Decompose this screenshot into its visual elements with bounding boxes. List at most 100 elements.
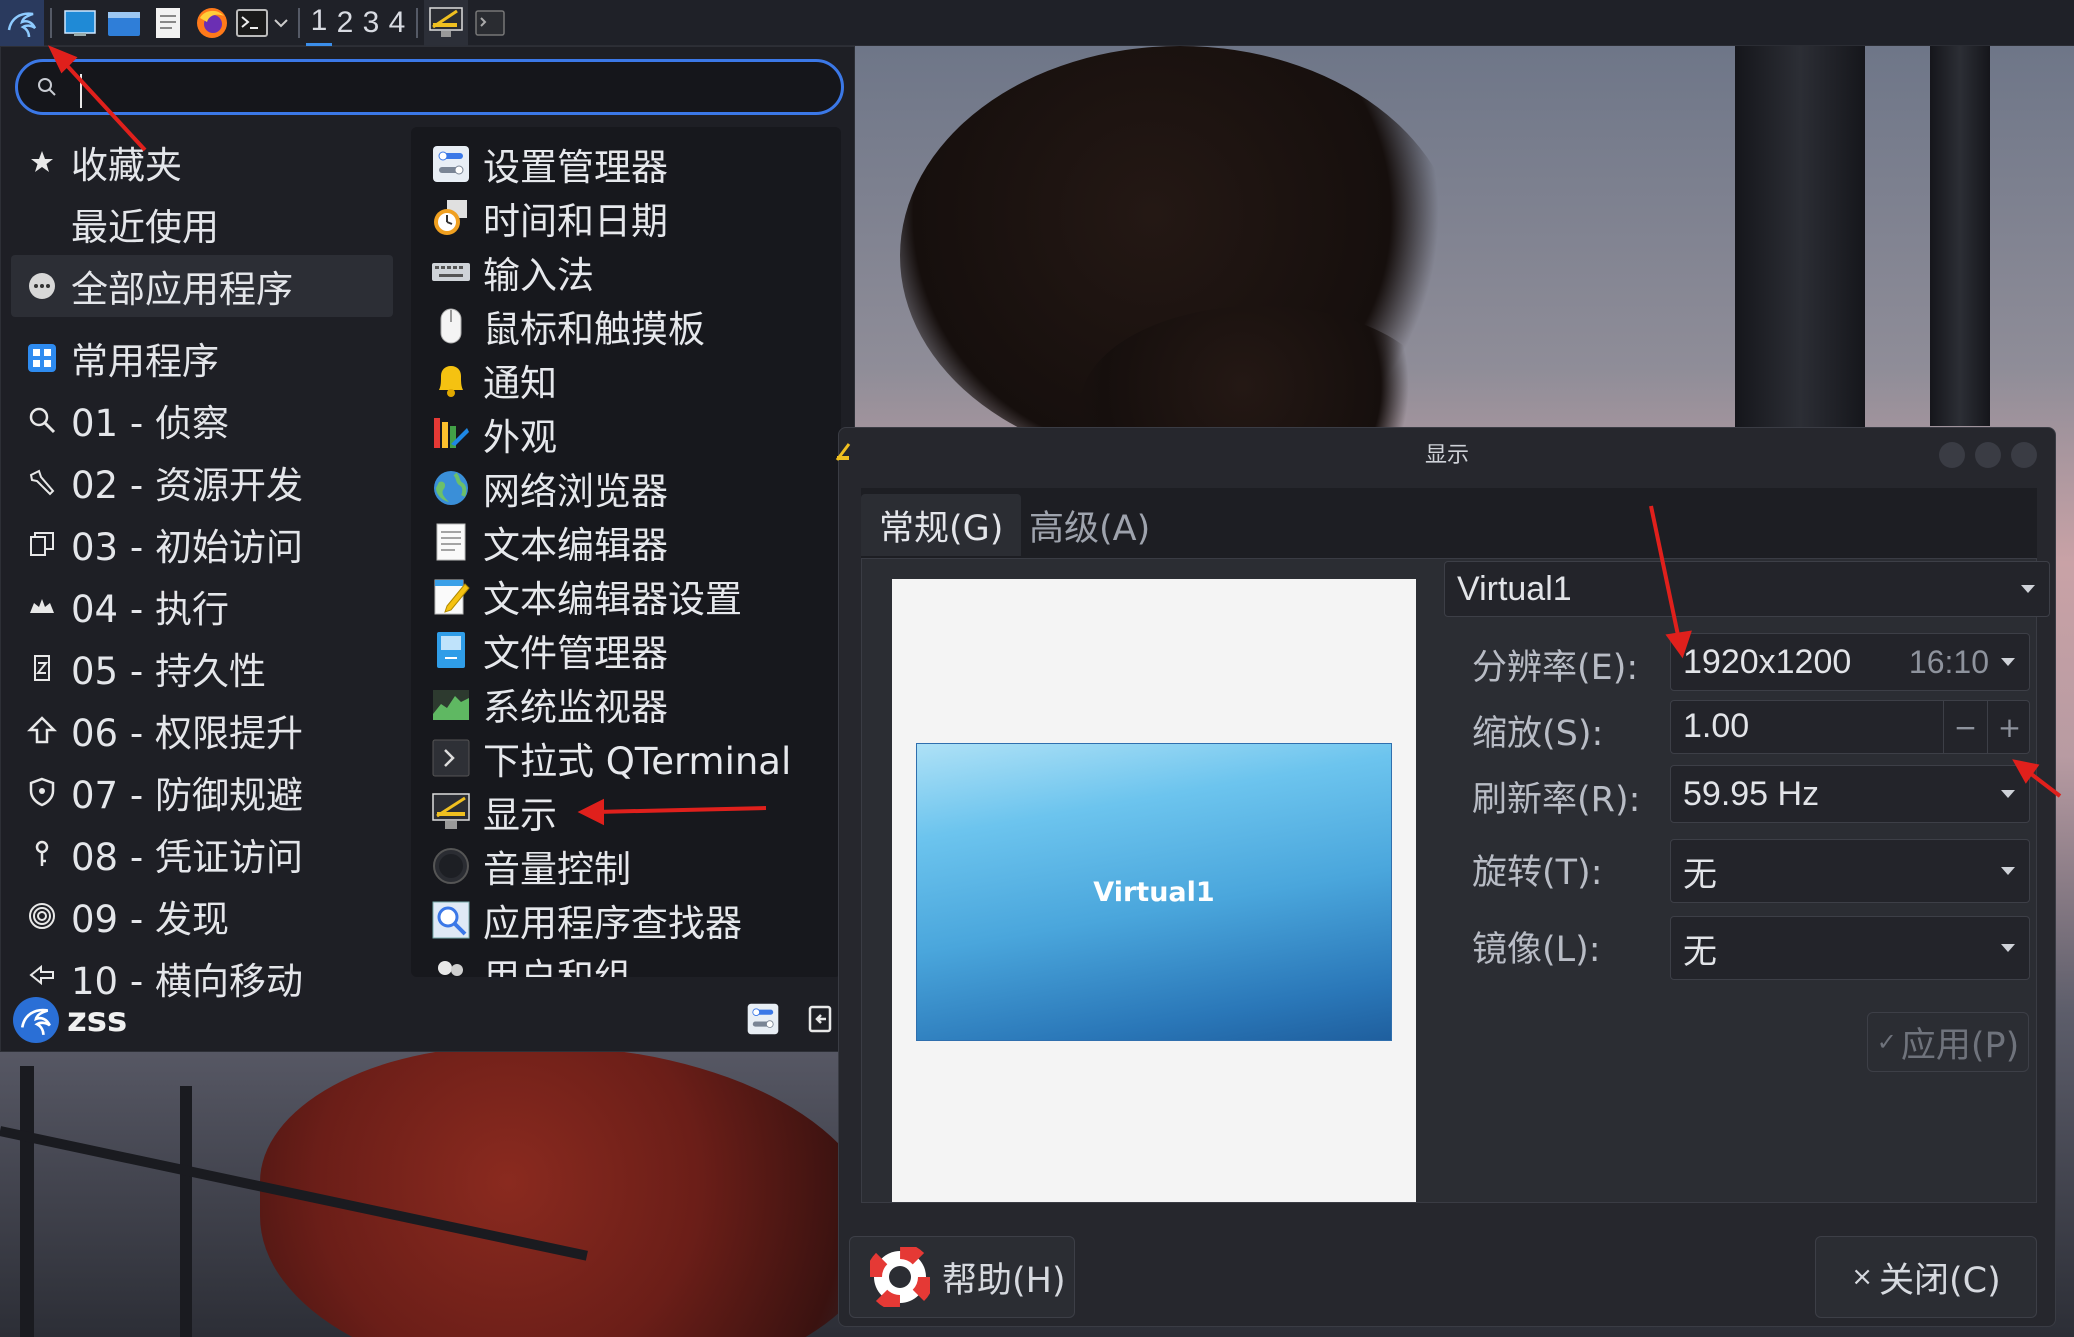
category-all-apps[interactable]: 全部应用程序 (11, 255, 393, 317)
app-label: 文本编辑器设置 (483, 578, 742, 621)
category-common[interactable]: 常用程序 (11, 327, 393, 389)
apply-button[interactable]: ✓ 应用(P) (1867, 1012, 2029, 1072)
category-label: 06 - 权限提升 (71, 712, 303, 755)
terminal-icon (429, 736, 473, 780)
window-close-button[interactable] (2011, 442, 2037, 468)
taskbar-separator (298, 7, 300, 38)
display-dialog: 显示 常规(G) 高级(A) Virtual1 Virtual1 分辨率(E):… (835, 427, 2056, 1327)
wallpaper-pole-right (1930, 46, 1990, 426)
category-defense-evasion[interactable]: 07 - 防御规避 (11, 761, 393, 823)
refresh-rate-select[interactable]: 59.95 Hz (1670, 765, 2030, 823)
app-file-manager[interactable]: 文件管理器 (411, 623, 841, 677)
app-text-editor[interactable]: 文本编辑器 (411, 515, 841, 569)
dialog-titlebar[interactable]: 显示 (835, 428, 2055, 478)
app-input-method[interactable]: 输入法 (411, 245, 841, 299)
app-volume-control[interactable]: 音量控制 (411, 839, 841, 893)
app-label: 通知 (483, 362, 557, 405)
app-label: 文本编辑器 (483, 524, 668, 567)
system-monitor-icon (429, 682, 473, 726)
output-select[interactable]: Virtual1 (1444, 561, 2050, 617)
minimize-button[interactable] (1939, 442, 1965, 468)
category-label: 常用程序 (71, 340, 219, 383)
kali-dragon-icon (7, 11, 37, 37)
monitor-label: Virtual1 (1093, 876, 1215, 908)
tab-general[interactable]: 常规(G) (861, 494, 1022, 556)
app-text-editor-settings[interactable]: 文本编辑器设置 (411, 569, 841, 623)
app-notifications[interactable]: 通知 (411, 353, 841, 407)
firefox-launcher[interactable] (190, 0, 234, 46)
search-box[interactable] (15, 59, 844, 115)
app-system-monitor[interactable]: 系统监视器 (411, 677, 841, 731)
close-icon: × (1851, 1262, 1874, 1292)
rotation-select[interactable]: 无 (1670, 839, 2030, 903)
app-label: 文件管理器 (483, 632, 668, 675)
display-icon (429, 790, 473, 834)
category-credential-access[interactable]: 08 - 凭证访问 (11, 823, 393, 885)
text-editor-launcher[interactable] (146, 0, 190, 46)
search-input[interactable] (68, 68, 808, 106)
close-button[interactable]: × 关闭(C) (1815, 1236, 2037, 1318)
workspace-4[interactable]: 4 (384, 0, 410, 46)
monitor-virtual1[interactable]: Virtual1 (916, 743, 1392, 1041)
scale-decrement-button[interactable]: − (1943, 701, 1987, 753)
app-label: 用户和组 (483, 947, 631, 977)
aspect-ratio: 16:10 (1908, 643, 1989, 680)
tab-advanced[interactable]: 高级(A) (1011, 494, 1168, 556)
category-resource-dev[interactable]: 02 - 资源开发 (11, 451, 393, 513)
workspace-1[interactable]: 1 (306, 0, 332, 46)
app-label: 下拉式 QTerminal (483, 740, 792, 783)
terminal-dropdown[interactable] (270, 0, 292, 46)
workspace-2[interactable]: 2 (332, 0, 358, 46)
display-settings-task[interactable] (424, 0, 468, 46)
scale-value[interactable]: 1.00 (1683, 707, 1749, 746)
scale-spinbox[interactable]: 1.00 − + (1670, 700, 2030, 754)
mirror-select[interactable]: 无 (1670, 916, 2030, 980)
app-application-finder[interactable]: 应用程序查找器 (411, 893, 841, 947)
app-display[interactable]: 显示 (411, 785, 841, 839)
menu-footer: zss (1, 987, 856, 1053)
category-list: 收藏夹 最近使用 全部应用程序 常用程序 01 - 侦察 02 - 资源开发 0… (11, 131, 393, 1021)
category-discovery[interactable]: 09 - 发现 (11, 885, 393, 947)
check-icon: ✓ (1876, 1028, 1897, 1056)
resolution-select[interactable]: 1920x1200 16:10 (1670, 633, 2030, 691)
category-persistence[interactable]: 05 - 持久性 (11, 637, 393, 699)
category-favorites[interactable]: 收藏夹 (11, 131, 393, 193)
app-appearance[interactable]: 外观 (411, 407, 841, 461)
app-label: 外观 (483, 416, 557, 459)
resolution-value: 1920x1200 (1683, 642, 1852, 681)
category-label: 最近使用 (71, 206, 219, 249)
wallpaper-rail (20, 1066, 34, 1337)
help-button[interactable]: 帮助(H) (849, 1236, 1075, 1318)
chevron-down-icon (2001, 944, 2015, 952)
logout-button[interactable] (801, 999, 841, 1039)
app-dropdown-qterminal[interactable]: 下拉式 QTerminal (411, 731, 841, 785)
display-icon (429, 6, 463, 37)
app-settings-manager[interactable]: 设置管理器 (411, 137, 841, 191)
execute-icon (23, 587, 61, 625)
kali-menu-button[interactable] (0, 0, 44, 46)
shield-icon (23, 773, 61, 811)
scale-increment-button[interactable]: + (1987, 701, 2031, 753)
maximize-button[interactable] (1975, 442, 2001, 468)
file-manager-launcher[interactable] (102, 0, 146, 46)
category-label: 全部应用程序 (71, 268, 293, 311)
app-mouse-touchpad[interactable]: 鼠标和触摸板 (411, 299, 841, 353)
terminal-icon (475, 9, 505, 36)
app-web-browser[interactable]: 网络浏览器 (411, 461, 841, 515)
app-users-groups[interactable]: 用户和组 (411, 947, 841, 977)
app-date-time[interactable]: 时间和日期 (411, 191, 841, 245)
settings-manager-button[interactable] (743, 999, 783, 1039)
terminal-task[interactable] (468, 0, 512, 46)
taskbar-separator (416, 7, 418, 38)
category-initial-access[interactable]: 03 - 初始访问 (11, 513, 393, 575)
terminal-launcher[interactable] (234, 0, 270, 46)
category-recent[interactable]: 最近使用 (11, 193, 393, 255)
show-desktop-button[interactable] (58, 0, 102, 46)
mouse-icon (429, 304, 473, 348)
category-label: 05 - 持久性 (71, 650, 266, 693)
workspace-3[interactable]: 3 (358, 0, 384, 46)
category-execution[interactable]: 04 - 执行 (11, 575, 393, 637)
mirror-value: 无 (1683, 932, 1717, 971)
category-recon[interactable]: 01 - 侦察 (11, 389, 393, 451)
category-privilege-escalation[interactable]: 06 - 权限提升 (11, 699, 393, 761)
